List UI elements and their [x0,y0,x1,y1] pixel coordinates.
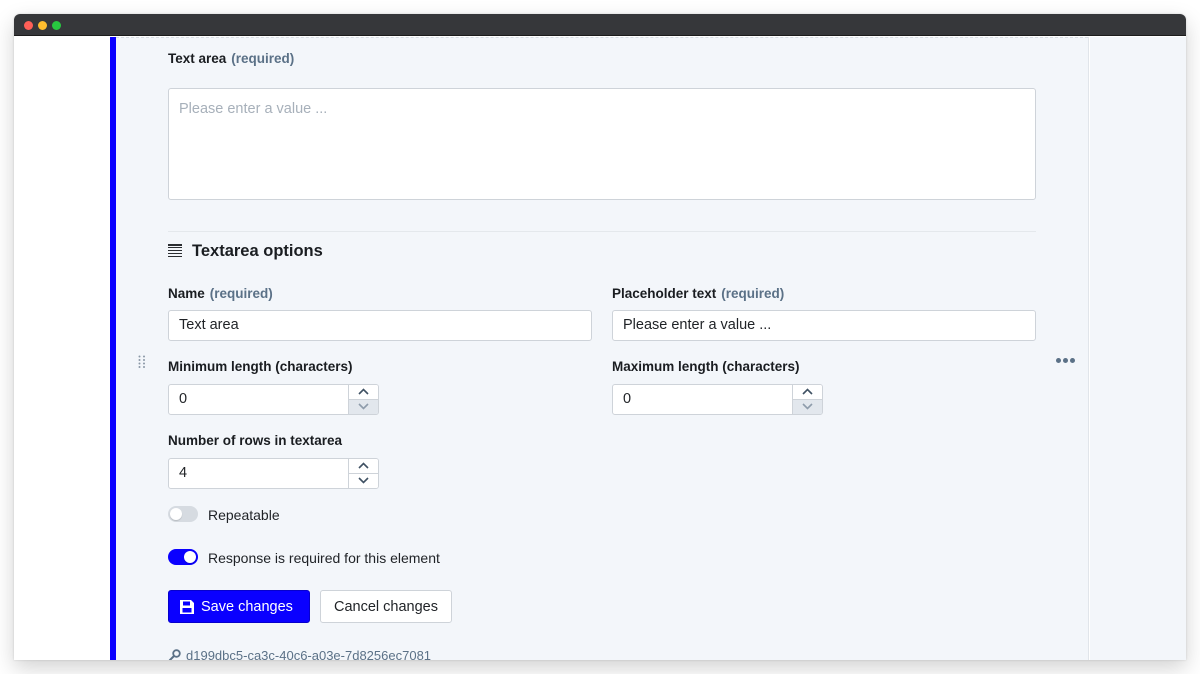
min-length-stepper: 0 [168,384,379,415]
dot-icon [1056,358,1061,363]
rows-stepper: 4 [168,458,379,489]
cancel-button[interactable]: Cancel changes [320,590,452,623]
max-length-input[interactable]: 0 [612,384,793,415]
rows-label: Number of rows in textarea [168,433,343,448]
section-title-text: Textarea options [192,242,323,260]
preview-textarea[interactable]: Please enter a value ... [168,88,1036,200]
section-title: Textarea options [168,242,323,261]
name-input[interactable]: Text area [168,310,592,341]
min-length-spin [348,384,379,415]
minimize-window-button[interactable] [38,21,47,30]
required-indicator: (required) [721,286,785,301]
decrement-button[interactable] [793,399,822,414]
increment-button[interactable] [793,385,822,400]
max-length-spin [792,384,823,415]
required-indicator: (required) [231,51,295,66]
preview-label-text: Text area [168,51,227,66]
more-options-button[interactable] [1056,358,1075,363]
floppy-disk-icon [180,599,194,614]
text-lines-icon [168,244,182,258]
browser-window: Text area (required) Please enter a value… [14,14,1186,660]
chevron-down-icon [358,403,369,410]
name-label: Name (required) [168,286,273,301]
required-toggle[interactable] [168,549,198,565]
increment-button[interactable] [349,459,378,474]
chevron-down-icon [358,477,369,484]
decrement-button[interactable] [349,473,378,488]
repeatable-label: Repeatable [208,507,280,523]
maximize-window-button[interactable] [52,21,61,30]
element-id: d199dbc5-ca3c-40c6-a03e-7d8256ec7081 [168,648,431,660]
chevron-down-icon [802,403,813,410]
close-window-button[interactable] [24,21,33,30]
drag-handle-icon[interactable] [138,355,146,369]
toggle-knob [184,551,196,563]
rows-spin [348,458,379,489]
section-divider [168,231,1036,232]
cancel-button-label: Cancel changes [334,598,438,615]
element-id-text: d199dbc5-ca3c-40c6-a03e-7d8256ec7081 [186,648,432,660]
dot-icon [1070,358,1075,363]
preview-label: Text area (required) [168,51,294,66]
title-bar [14,14,1186,36]
required-indicator: (required) [209,286,273,301]
name-label-text: Name [168,286,205,301]
max-length-stepper: 0 [612,384,823,415]
min-length-label: Minimum length (characters) [168,359,353,374]
increment-button[interactable] [349,385,378,400]
dot-icon [1063,358,1068,363]
min-length-input[interactable]: 0 [168,384,349,415]
key-icon [168,649,181,660]
repeatable-toggle[interactable] [168,506,198,522]
placeholder-input[interactable]: Please enter a value ... [612,310,1036,341]
element-editor-panel: Text area (required) Please enter a value… [110,37,1089,660]
page-content: Text area (required) Please enter a value… [14,37,1186,660]
decrement-button[interactable] [349,399,378,414]
max-length-label: Maximum length (characters) [612,359,800,374]
save-button[interactable]: Save changes [168,590,310,623]
placeholder-label: Placeholder text (required) [612,286,784,301]
chevron-up-icon [358,462,369,469]
right-pane [1090,37,1186,660]
chevron-up-icon [802,388,813,395]
required-toggle-label: Response is required for this element [208,550,440,566]
rows-input[interactable]: 4 [168,458,349,489]
chevron-up-icon [358,388,369,395]
save-button-label: Save changes [201,598,293,615]
toggle-knob [170,508,182,520]
placeholder-label-text: Placeholder text [612,286,717,301]
